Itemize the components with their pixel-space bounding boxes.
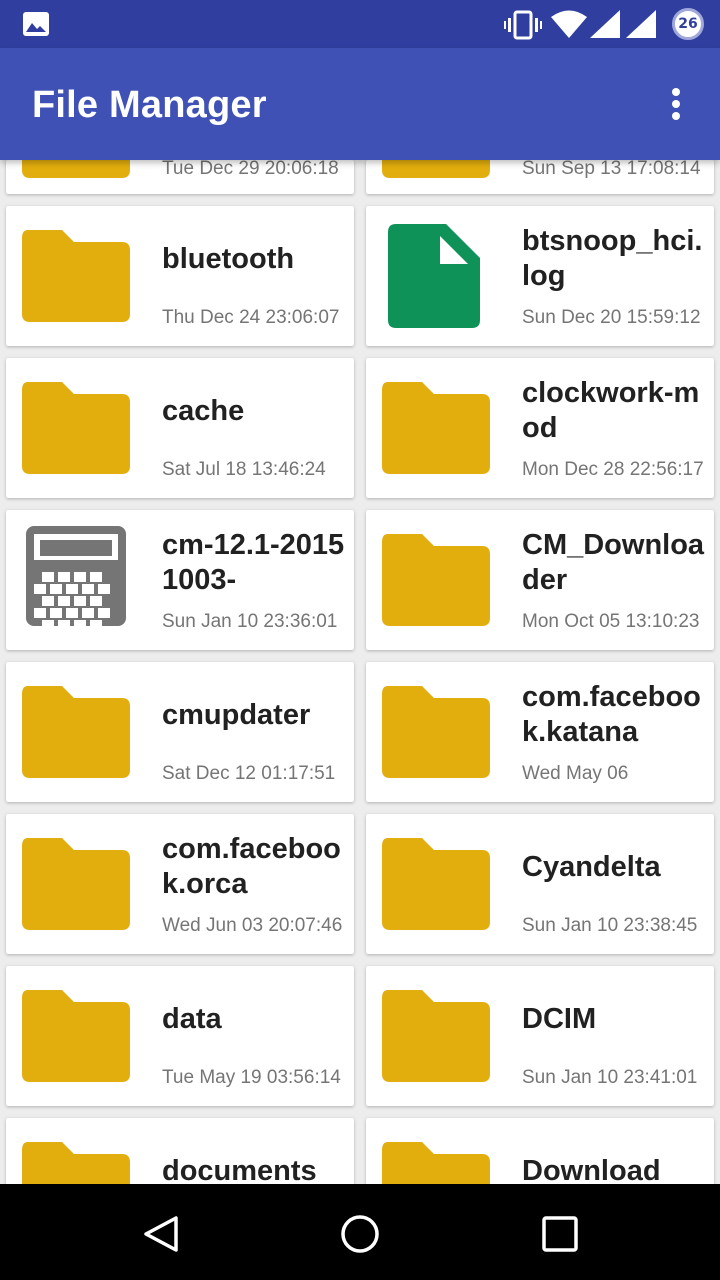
file-date: Sun Jan 10 23:41:01 (522, 1067, 698, 1088)
file-icon (380, 224, 492, 328)
folder-icon (380, 990, 492, 1082)
file-item[interactable]: btsnoop_hci.log Sun Dec 20 15:59:12 (366, 206, 714, 346)
file-name: DCIM (522, 1003, 597, 1035)
file-item[interactable]: com.facebook.katana Wed May 06 (366, 662, 714, 802)
folder-icon (380, 382, 492, 474)
file-name: cmupdater (162, 699, 311, 731)
file-name: documents (162, 1155, 317, 1184)
recents-icon[interactable] (538, 1212, 582, 1256)
file-date: Mon Dec 28 22:56:17 (522, 459, 704, 480)
vibrate-icon (504, 10, 542, 40)
file-name: cm-12.1-20151003- (162, 529, 345, 596)
file-name: btsnoop_hci.log (522, 225, 703, 292)
folder-icon (20, 990, 132, 1082)
folder-icon (20, 160, 132, 178)
folder-icon (380, 1142, 492, 1184)
file-item[interactable]: Sun Sep 13 17:08:14 (366, 160, 714, 194)
overflow-menu-dot (672, 112, 680, 120)
file-item[interactable]: cm-12.1-20151003- Sun Jan 10 23:36:01 (6, 510, 354, 650)
file-item[interactable]: com.facebook.orca Wed Jun 03 20:07:46 (6, 814, 354, 954)
file-item[interactable]: data Tue May 19 03:56:14 (6, 966, 354, 1106)
file-grid[interactable]: Tue Dec 29 20:06:18 Sun Sep 13 17:08:14 … (0, 160, 720, 1184)
folder-icon (20, 686, 132, 778)
file-item[interactable]: bluetooth Thu Dec 24 23:06:07 (6, 206, 354, 346)
overflow-menu-dot (672, 100, 680, 108)
file-item[interactable]: Tue Dec 29 20:06:18 (6, 160, 354, 194)
file-date: Sun Jan 10 23:36:01 (162, 611, 338, 632)
file-date: Mon Oct 05 13:10:23 (522, 611, 700, 632)
file-name: com.facebook.katana (522, 681, 701, 748)
file-name: clockwork-mod (522, 377, 700, 444)
overflow-menu-button[interactable] (656, 78, 696, 130)
file-item[interactable]: cmupdater Sat Dec 12 01:17:51 (6, 662, 354, 802)
file-item[interactable]: DCIM Sun Jan 10 23:41:01 (366, 966, 714, 1106)
file-item[interactable]: CM_Downloader Mon Oct 05 13:10:23 (366, 510, 714, 650)
folder-icon (20, 1142, 132, 1184)
folder-icon (20, 382, 132, 474)
folder-icon (380, 838, 492, 930)
folder-icon (380, 534, 492, 626)
file-date: Sat Jul 18 13:46:24 (162, 459, 326, 480)
file-name: com.facebook.orca (162, 833, 341, 900)
signal-icon (626, 10, 656, 38)
file-name: data (162, 1003, 222, 1035)
folder-icon (20, 838, 132, 930)
image-icon (23, 12, 49, 36)
file-name: cache (162, 395, 245, 427)
archive-icon (20, 526, 132, 630)
file-item[interactable]: clockwork-mod Mon Dec 28 22:56:17 (366, 358, 714, 498)
back-icon[interactable] (138, 1212, 182, 1256)
status-bar: 26 (0, 0, 720, 48)
file-name: Cyandelta (522, 851, 661, 883)
file-date: Sat Dec 12 01:17:51 (162, 763, 336, 784)
home-icon[interactable] (338, 1212, 382, 1256)
file-name: bluetooth (162, 243, 295, 275)
folder-icon (380, 160, 492, 178)
file-item[interactable]: cache Sat Jul 18 13:46:24 (6, 358, 354, 498)
file-name: Download (522, 1155, 661, 1184)
file-date: Wed Jun 03 20:07:46 (162, 915, 343, 936)
file-date: Wed May 06 (522, 763, 629, 784)
file-item[interactable]: Download (366, 1118, 714, 1184)
file-item[interactable]: documents (6, 1118, 354, 1184)
file-name: CM_Downloader (522, 529, 705, 596)
file-date: Tue May 19 03:56:14 (162, 1067, 341, 1088)
wifi-icon (551, 10, 587, 38)
battery-level: 26 (678, 16, 698, 32)
file-date: Sun Sep 13 17:08:14 (522, 160, 701, 179)
file-date: Tue Dec 29 20:06:18 (162, 160, 339, 179)
overflow-menu-icon (672, 88, 680, 96)
navigation-bar (0, 1184, 720, 1280)
file-date: Sun Dec 20 15:59:12 (522, 307, 701, 328)
app-bar: File Manager (0, 48, 720, 160)
file-item[interactable]: Cyandelta Sun Jan 10 23:38:45 (366, 814, 714, 954)
file-date: Sun Jan 10 23:38:45 (522, 915, 698, 936)
folder-icon (380, 686, 492, 778)
page-title: File Manager (32, 84, 267, 126)
folder-icon (20, 230, 132, 322)
battery-icon: 26 (672, 8, 704, 40)
file-date: Thu Dec 24 23:06:07 (162, 307, 340, 328)
signal-icon (590, 10, 620, 38)
